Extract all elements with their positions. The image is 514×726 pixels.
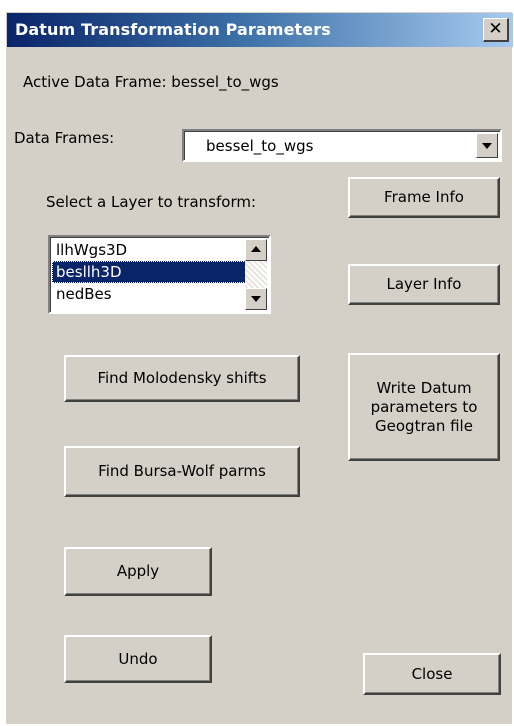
layer-listbox[interactable]: llhWgs3D besllh3D nedBes bbox=[48, 235, 271, 314]
write-datum-parameters-button[interactable]: Write Datum parameters to Geogtran file bbox=[348, 353, 500, 461]
layer-list-scrollbar[interactable] bbox=[245, 239, 267, 310]
find-molodensky-shifts-button[interactable]: Find Molodensky shifts bbox=[64, 355, 300, 402]
undo-button[interactable]: Undo bbox=[64, 635, 212, 683]
select-layer-label: Select a Layer to transform: bbox=[46, 193, 257, 211]
frame-info-button[interactable]: Frame Info bbox=[348, 177, 500, 218]
active-data-frame-label: Active Data Frame: bessel_to_wgs bbox=[23, 73, 279, 91]
find-bursa-wolf-parms-button[interactable]: Find Bursa-Wolf parms bbox=[64, 446, 300, 497]
close-window-button[interactable]: ✕ bbox=[483, 18, 509, 42]
data-frames-dropdown[interactable]: bessel_to_wgs bbox=[182, 129, 502, 162]
datum-transformation-dialog: Datum Transformation Parameters ✕ Active… bbox=[6, 12, 513, 724]
layer-list-item[interactable]: nedBes bbox=[52, 283, 248, 305]
scroll-down-arrow-icon[interactable] bbox=[245, 288, 267, 310]
scroll-up-arrow-icon[interactable] bbox=[245, 239, 267, 261]
title-bar[interactable]: Datum Transformation Parameters ✕ bbox=[7, 13, 513, 47]
layer-list-item-selected[interactable]: besllh3D bbox=[52, 261, 248, 283]
window-title: Datum Transformation Parameters bbox=[15, 20, 331, 39]
data-frames-selected-value: bessel_to_wgs bbox=[206, 137, 314, 155]
close-button[interactable]: Close bbox=[363, 653, 501, 695]
chevron-down-icon[interactable] bbox=[476, 133, 498, 158]
layer-info-button[interactable]: Layer Info bbox=[348, 264, 500, 305]
layer-list-item[interactable]: llhWgs3D bbox=[52, 239, 248, 261]
apply-button[interactable]: Apply bbox=[64, 547, 212, 596]
close-icon: ✕ bbox=[488, 19, 503, 39]
data-frames-label: Data Frames: bbox=[14, 129, 115, 147]
